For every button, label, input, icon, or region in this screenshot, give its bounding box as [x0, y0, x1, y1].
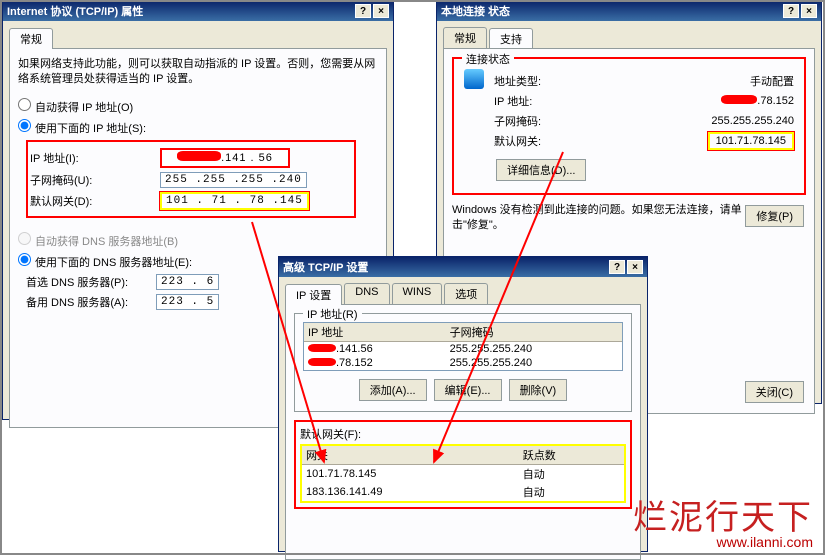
- mask2-label: 子网掩码:: [494, 113, 594, 129]
- tab-ipset[interactable]: IP 设置: [285, 284, 342, 305]
- win2-title: 本地连接 状态: [441, 3, 510, 19]
- win1-title: Internet 协议 (TCP/IP) 属性: [7, 3, 143, 19]
- mask-input[interactable]: 255 .255 .255 .240: [160, 172, 307, 188]
- dns2-input[interactable]: 223 . 5: [156, 294, 219, 310]
- tab-support[interactable]: 支持: [489, 28, 533, 49]
- gw-input[interactable]: 101 . 71 . 78 .145: [160, 192, 309, 210]
- network-icon: [464, 69, 484, 89]
- dns1-input[interactable]: 223 . 6: [156, 274, 219, 290]
- tab-general2[interactable]: 常规: [443, 27, 487, 48]
- radio-auto-dns[interactable]: 自动获得 DNS 服务器地址(B): [18, 232, 378, 249]
- table-row: .141.56255.255.255.240: [304, 342, 622, 357]
- gw-listbox[interactable]: 网关跃点数 101.71.78.145自动 183.136.141.49自动: [300, 444, 626, 503]
- col-gw: 网关: [302, 446, 519, 465]
- iplist-legend: IP 地址(R): [303, 306, 362, 322]
- col-mask: 子网掩码: [446, 323, 622, 342]
- add-button[interactable]: 添加(A)...: [359, 379, 427, 401]
- tab-opt[interactable]: 选项: [444, 283, 488, 304]
- radio-auto-ip[interactable]: 自动获得 IP 地址(O): [18, 98, 148, 115]
- tab-general[interactable]: 常规: [9, 28, 53, 49]
- col-metric: 跃点数: [519, 446, 624, 465]
- help-icon[interactable]: ?: [609, 260, 625, 274]
- gw2-val: 101.71.78.145: [708, 132, 794, 150]
- edit-button[interactable]: 编辑(E)...: [434, 379, 502, 401]
- table-row: 183.136.141.49自动: [302, 483, 624, 501]
- win1-titlebar[interactable]: Internet 协议 (TCP/IP) 属性 ? ×: [3, 1, 393, 21]
- gw-legend: 默认网关(F):: [300, 426, 626, 442]
- close-icon[interactable]: ×: [627, 260, 643, 274]
- ip2-label: IP 地址:: [494, 93, 594, 109]
- close-icon[interactable]: ×: [801, 4, 817, 18]
- watermark: 烂泥行天下 www.ilanni.com: [633, 501, 813, 549]
- win2-titlebar[interactable]: 本地连接 状态 ? ×: [437, 1, 821, 21]
- ip-listbox[interactable]: IP 地址子网掩码 .141.56255.255.255.240 .78.152…: [303, 322, 623, 371]
- table-row: 101.71.78.145自动: [302, 465, 624, 484]
- tab-wins[interactable]: WINS: [392, 283, 443, 304]
- win3-titlebar[interactable]: 高级 TCP/IP 设置 ? ×: [279, 257, 647, 277]
- ip-input[interactable]: .141 . 56: [160, 148, 290, 168]
- conn-legend: 连接状态: [462, 51, 514, 67]
- help-icon[interactable]: ?: [355, 4, 371, 18]
- gw-label: 默认网关(D):: [30, 193, 160, 209]
- gw2-label: 默认网关:: [494, 133, 594, 149]
- mask-label: 子网掩码(U):: [30, 172, 160, 188]
- addrtype-label: 地址类型:: [494, 73, 594, 89]
- help-icon[interactable]: ?: [783, 4, 799, 18]
- close-icon[interactable]: ×: [373, 4, 389, 18]
- tab-dns[interactable]: DNS: [344, 283, 389, 304]
- win3-title: 高级 TCP/IP 设置: [283, 259, 368, 275]
- col-ip: IP 地址: [304, 323, 446, 342]
- trouble-text: Windows 没有检测到此连接的问题。如果您无法连接，请单击"修复"。: [452, 203, 743, 234]
- detail-button[interactable]: 详细信息(D)...: [496, 159, 586, 181]
- radio-manual-ip[interactable]: 使用下面的 IP 地址(S):: [18, 119, 148, 136]
- ip-label: IP 地址(I):: [30, 150, 160, 166]
- repair-button[interactable]: 修复(P): [745, 205, 804, 227]
- dns1-label: 首选 DNS 服务器(P):: [26, 274, 156, 290]
- del-button[interactable]: 删除(V): [509, 379, 568, 401]
- mask2-val: 255.255.255.240: [594, 115, 794, 127]
- close-button[interactable]: 关闭(C): [745, 381, 804, 403]
- table-row: .78.152255.255.255.240: [304, 356, 622, 370]
- addrtype-val: 手动配置: [594, 73, 794, 89]
- ip2-val: .78.152: [594, 95, 794, 107]
- intro-text: 如果网络支持此功能，则可以获取自动指派的 IP 设置。否则，您需要从网络系统管理…: [18, 57, 378, 88]
- dns2-label: 备用 DNS 服务器(A):: [26, 294, 156, 310]
